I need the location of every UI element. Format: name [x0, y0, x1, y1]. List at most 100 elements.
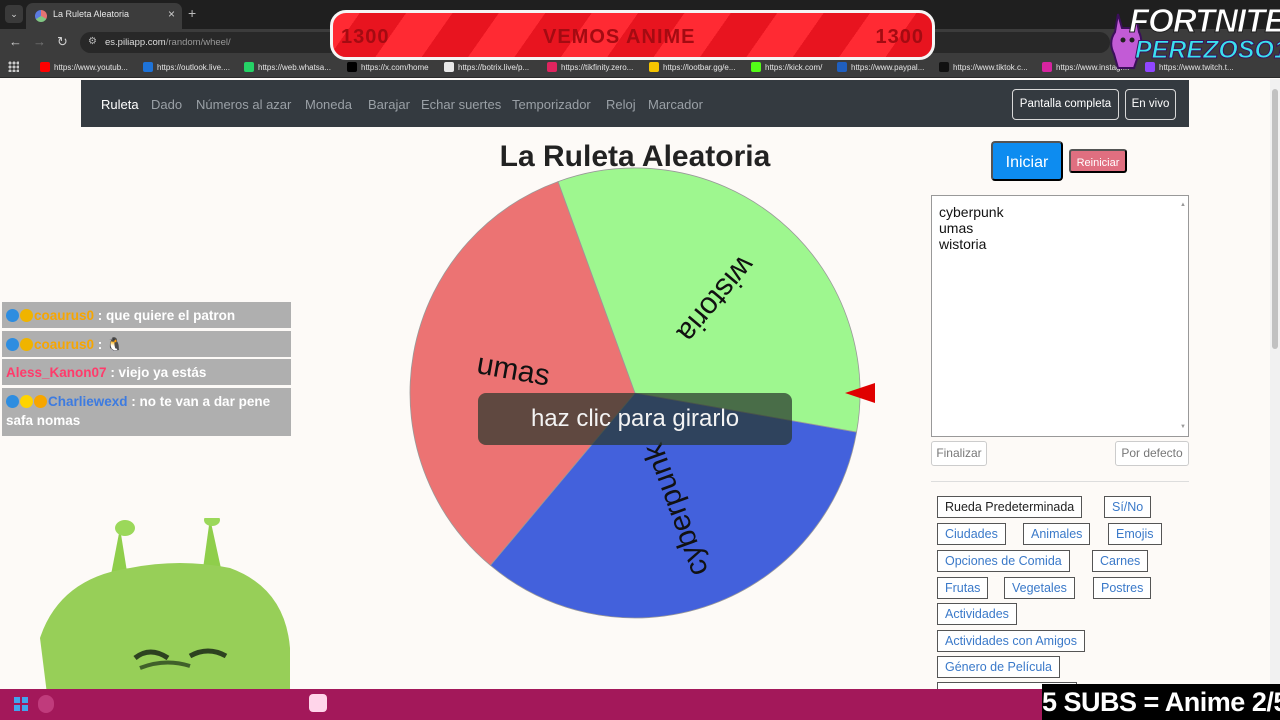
- url-text[interactable]: es.piliapp.com/random/wheel/: [105, 37, 231, 48]
- bookmark-label: https://web.whatsa...: [258, 62, 331, 72]
- tab-close-icon[interactable]: ×: [168, 7, 175, 21]
- finish-button[interactable]: Finalizar: [931, 441, 987, 466]
- windows-start-icon[interactable]: [14, 697, 28, 711]
- page-scroll-thumb[interactable]: [1272, 89, 1278, 349]
- nav-link[interactable]: Dado: [151, 97, 182, 112]
- preset-button[interactable]: Animales: [1023, 523, 1091, 545]
- fullscreen-button[interactable]: Pantalla completa: [1012, 89, 1119, 120]
- scroll-up-icon[interactable]: ▲: [1180, 197, 1186, 213]
- reset-button[interactable]: Reiniciar: [1069, 149, 1127, 173]
- bookmark-favicon-icon: [649, 62, 659, 72]
- channel-logo-text: PEREZOSO1: [1135, 36, 1280, 65]
- preset-button[interactable]: Carnes: [1092, 550, 1149, 572]
- bookmark-favicon-icon: [837, 62, 847, 72]
- entries-textarea[interactable]: cyberpunk umas wistoria ▲ ▼: [931, 195, 1189, 437]
- chat-username: Charliewexd: [48, 394, 128, 409]
- preset-button[interactable]: Actividades con Amigos: [937, 630, 1086, 652]
- tab-favicon-icon: [35, 10, 47, 22]
- bookmark-label: https://www.youtub...: [54, 62, 128, 72]
- chat-badge-icon: [20, 338, 33, 351]
- preset-button[interactable]: Género de Película: [937, 656, 1061, 678]
- bookmark-item[interactable]: https://kick.com/: [751, 60, 822, 74]
- bookmark-favicon-icon: [143, 62, 153, 72]
- bookmark-favicon-icon: [547, 62, 557, 72]
- bookmark-label: https://www.paypal...: [851, 62, 925, 72]
- chat-text: : que quiere el patron: [97, 308, 236, 323]
- preset-button[interactable]: Actividades: [937, 603, 1017, 625]
- bookmark-item[interactable]: https://web.whatsa...: [244, 60, 331, 74]
- bookmark-item[interactable]: https://botrix.live/p...: [444, 60, 529, 74]
- bookmark-label: https://kick.com/: [765, 62, 823, 72]
- back-icon[interactable]: ←: [9, 34, 22, 50]
- site-info-icon[interactable]: ⚙: [88, 36, 97, 47]
- tab-search-icon[interactable]: ⌄: [5, 5, 23, 23]
- chat-username: coaurus0: [34, 308, 95, 323]
- subs-goal-text: 5 SUBS = Anime 2/5: [1042, 684, 1280, 720]
- chat-message: Aless_Kanon07 : viejo ya estás: [2, 359, 291, 385]
- reload-icon[interactable]: ↻: [57, 34, 68, 50]
- bookmark-favicon-icon: [347, 62, 357, 72]
- fortnite-logo-text: FORTNITE: [1128, 2, 1280, 40]
- bookmark-label: https://botrix.live/p...: [458, 62, 530, 72]
- divider: [931, 481, 1189, 482]
- preset-button[interactable]: Rueda Predeterminada: [937, 496, 1083, 518]
- taskbar-app-icon[interactable]: [309, 694, 327, 712]
- bookmark-favicon-icon: [444, 62, 454, 72]
- bookmark-label: https://x.com/home: [361, 62, 429, 72]
- taskbar-search-icon[interactable]: [38, 695, 54, 713]
- stream-banner: 1300 VEMOS ANIME 1300: [330, 10, 935, 60]
- preset-button[interactable]: Opciones de Comida: [937, 550, 1070, 572]
- apps-grid-icon[interactable]: [8, 61, 19, 72]
- cat-avatar-image: [40, 518, 290, 718]
- bookmark-favicon-icon: [939, 62, 949, 72]
- nav-link[interactable]: Moneda: [305, 97, 352, 112]
- start-button[interactable]: Iniciar: [991, 141, 1063, 181]
- bookmark-item[interactable]: https://outlook.live....: [143, 60, 230, 74]
- entry-line: wistoria: [939, 236, 987, 252]
- chat-username: Aless_Kanon07: [6, 365, 107, 380]
- bookmark-item[interactable]: https://tikfinity.zero...: [547, 60, 633, 74]
- preset-button[interactable]: Sí/No: [1104, 496, 1152, 518]
- browser-tab[interactable]: La Ruleta Aleatoria ×: [26, 3, 182, 29]
- chat-text: : 🐧: [97, 337, 123, 352]
- live-button[interactable]: En vivo: [1125, 89, 1176, 120]
- entry-line: cyberpunk: [939, 204, 1004, 220]
- bookmark-favicon-icon: [751, 62, 761, 72]
- chat-badge-icon: [20, 395, 33, 408]
- chat-badge-icon: [20, 309, 33, 322]
- nav-link[interactable]: Ruleta: [101, 97, 139, 112]
- bookmark-item[interactable]: https://x.com/home: [347, 60, 429, 74]
- bookmark-item[interactable]: https://www.youtub...: [40, 60, 128, 74]
- bookmark-item[interactable]: https://lootbar.gg/e...: [649, 60, 736, 74]
- spin-hint[interactable]: haz clic para girarlo: [478, 393, 792, 445]
- wheel[interactable]: cyberpunkumaswistoria: [400, 79, 880, 689]
- entry-line: umas: [939, 220, 974, 236]
- preset-button[interactable]: Vegetales: [1004, 577, 1075, 599]
- scroll-down-icon[interactable]: ▼: [1180, 419, 1186, 435]
- preset-button[interactable]: Frutas: [937, 577, 989, 599]
- banner-right-count: 1300: [875, 26, 924, 48]
- bookmark-item[interactable]: https://www.tiktok.c...: [939, 60, 1028, 74]
- default-button[interactable]: Por defecto: [1115, 441, 1189, 466]
- new-tab-icon[interactable]: +: [188, 5, 196, 21]
- bookmark-item[interactable]: https://www.paypal...: [837, 60, 924, 74]
- banner-left-count: 1300: [341, 26, 390, 48]
- tab-title: La Ruleta Aleatoria: [53, 9, 130, 19]
- bookmark-favicon-icon: [40, 62, 50, 72]
- bookmark-favicon-icon: [1042, 62, 1052, 72]
- bookmark-label: https://lootbar.gg/e...: [663, 62, 736, 72]
- page-scrollbar[interactable]: [1270, 79, 1280, 689]
- chat-badge-icon: [6, 338, 19, 351]
- chat-message: coaurus0 : que quiere el patron: [2, 302, 291, 328]
- preset-button[interactable]: Emojis: [1108, 523, 1162, 545]
- chat-text: : viejo ya estás: [110, 365, 207, 380]
- nav-link[interactable]: Números al azar: [196, 97, 291, 112]
- forward-icon[interactable]: →: [33, 34, 46, 50]
- bookmark-favicon-icon: [244, 62, 254, 72]
- preset-button[interactable]: Postres: [1093, 577, 1152, 599]
- preset-button[interactable]: Ciudades: [937, 523, 1006, 545]
- chat-message: coaurus0 : 🐧: [2, 331, 291, 357]
- entries-scrollbar[interactable]: ▲ ▼: [1177, 197, 1187, 435]
- chat-badge-icon: [6, 395, 19, 408]
- chat-message: Charliewexd : no te van a dar pene safa …: [2, 388, 291, 436]
